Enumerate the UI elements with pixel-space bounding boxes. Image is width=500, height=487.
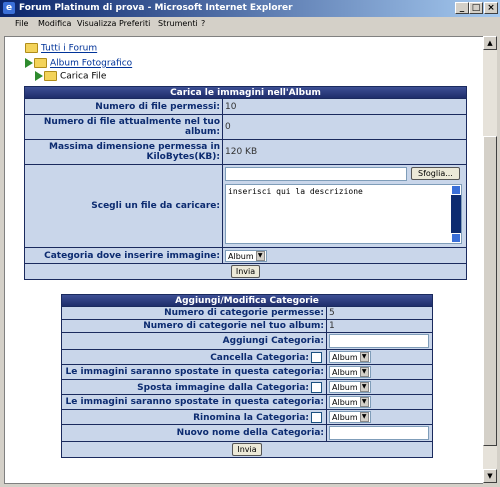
file-path-input[interactable]	[225, 167, 407, 181]
rename-category-checkbox[interactable]	[311, 411, 322, 423]
move-category-checkbox[interactable]	[311, 381, 322, 393]
maximize-button[interactable]: □	[469, 2, 483, 14]
current-files-value: 0	[223, 115, 466, 139]
current-categories-value: 1	[327, 320, 432, 332]
allowed-categories-label: Numero di categorie permesse:	[62, 307, 326, 319]
chevron-down-icon: ▼	[359, 397, 369, 407]
new-name-input[interactable]	[329, 426, 429, 440]
upload-submit-button[interactable]: Invia	[230, 265, 261, 278]
upload-category-select[interactable]: Album ▼	[225, 249, 267, 262]
category-form-table: Aggiungi/Modifica Categorie Numero di ca…	[61, 294, 433, 458]
delete-category-select[interactable]: Album ▼	[329, 351, 371, 363]
menu-help[interactable]: ?	[201, 19, 205, 28]
browse-button[interactable]: Sfoglia...	[411, 167, 460, 180]
max-size-label: Massima dimensione permessa in KiloBytes…	[25, 140, 222, 164]
menu-file[interactable]: File	[15, 19, 28, 28]
allowed-categories-value: 5	[327, 307, 432, 319]
upload-form-title: Carica le immagini nell'Album	[25, 87, 466, 98]
menu-strumenti[interactable]: Strumenti	[158, 19, 198, 28]
description-text: inserisci qui la descrizione	[228, 187, 363, 196]
folder-open-icon	[25, 43, 38, 53]
move-images-label: Le immagini saranno spostate in questa c…	[62, 365, 326, 379]
page-content: Tutti i Forum Album Fotografico Carica F…	[4, 36, 483, 484]
close-button[interactable]: ×	[484, 2, 498, 14]
current-page-label: Carica File	[60, 71, 107, 82]
chevron-down-icon: ▼	[359, 352, 369, 362]
browser-window: e Forum Platinum di prova - Microsoft In…	[0, 0, 500, 487]
delete-category-label: Cancella Categoria:	[62, 350, 326, 364]
window-title: Forum Platinum di prova - Microsoft Inte…	[19, 3, 293, 13]
add-category-label: Aggiungi Categoria:	[62, 333, 326, 349]
breadcrumb-item-forums: Tutti i Forum	[25, 43, 97, 54]
link-all-forums[interactable]: Tutti i Forum	[41, 44, 97, 54]
scroll-down-icon[interactable]	[451, 233, 461, 243]
file-upload-label: Scegli un file da caricare:	[25, 165, 222, 247]
upload-category-label: Categoria dove inserire immagine:	[25, 248, 222, 263]
textarea-scrollbar[interactable]	[451, 185, 461, 243]
folder-open-icon	[44, 71, 57, 81]
scroll-down-button[interactable]: ▼	[483, 469, 497, 483]
menu-modifica[interactable]: Modifica	[38, 19, 71, 28]
new-name-label: Nuovo nome della Categoria:	[62, 425, 326, 441]
chevron-down-icon: ▼	[359, 367, 369, 377]
upload-form-table: Carica le immagini nell'Album Numero di …	[24, 86, 467, 280]
page-scrollbar[interactable]: ▲ ▼	[483, 36, 497, 483]
menu-bar: File Modifica Visualizza Preferiti Strum…	[0, 17, 500, 31]
title-bar: e Forum Platinum di prova - Microsoft In…	[0, 0, 500, 17]
category-submit-button[interactable]: Invia	[232, 443, 262, 456]
move-images-select[interactable]: Album ▼	[329, 366, 371, 378]
scroll-up-button[interactable]: ▲	[483, 36, 497, 50]
move-category-select[interactable]: Album ▼	[329, 381, 371, 393]
rename-category-label: Rinomina la Categoria:	[62, 410, 326, 424]
allowed-files-value: 10	[223, 99, 466, 114]
scroll-up-icon[interactable]	[451, 185, 461, 195]
menu-visualizza[interactable]: Visualizza	[77, 19, 116, 28]
current-files-label: Numero di file attualmente nel tuo album…	[25, 115, 222, 139]
delete-category-checkbox[interactable]	[311, 351, 322, 363]
max-size-value: 120 KB	[223, 140, 466, 164]
current-categories-label: Numero di categorie nel tuo album:	[62, 320, 326, 332]
chevron-down-icon: ▼	[359, 382, 369, 392]
menu-preferiti[interactable]: Preferiti	[119, 19, 150, 28]
folder-open-icon	[34, 58, 47, 68]
move-images-select-2[interactable]: Album ▼	[329, 396, 371, 408]
move-category-label: Sposta immagine dalla Categoria:	[62, 380, 326, 394]
description-textarea[interactable]: inserisci qui la descrizione	[225, 184, 462, 244]
chevron-down-icon: ▼	[359, 412, 369, 422]
scroll-thumb[interactable]	[483, 136, 497, 446]
allowed-files-label: Numero di file permessi:	[25, 99, 222, 114]
arrow-icon	[35, 71, 43, 81]
move-images-label-2: Le immagini saranno spostate in questa c…	[62, 395, 326, 409]
minimize-button[interactable]: _	[455, 2, 469, 14]
add-category-input[interactable]	[329, 334, 429, 348]
breadcrumb-item-album: Album Fotografico	[25, 58, 132, 69]
link-album[interactable]: Album Fotografico	[50, 59, 132, 69]
chevron-down-icon: ▼	[255, 250, 265, 261]
breadcrumb-item-upload: Carica File	[35, 71, 106, 82]
arrow-icon	[25, 58, 33, 68]
ie-icon: e	[3, 2, 15, 14]
rename-category-select[interactable]: Album ▼	[329, 411, 371, 423]
category-form-title: Aggiungi/Modifica Categorie	[62, 295, 432, 306]
